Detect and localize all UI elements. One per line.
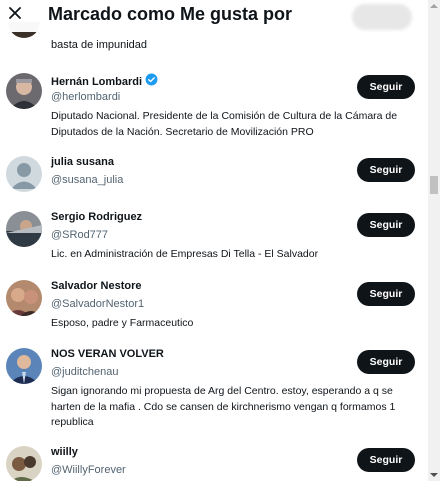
user-name-row: wiilly [51, 446, 78, 458]
avatar[interactable] [6, 156, 42, 192]
user-handle[interactable]: @susana_julia [51, 174, 123, 186]
previous-user-bio: basta de impunidad [51, 39, 148, 51]
modal-header: Marcado como Me gusta por [0, 0, 428, 32]
user-name-row: Hernán Lombardi [51, 73, 158, 91]
liked-by-modal: basta de impunidad Hernán Lombardi @herl… [0, 0, 428, 481]
obscured-follow-button [352, 4, 412, 30]
user-name-row: Salvador Nestore [51, 280, 141, 292]
avatar[interactable] [6, 280, 42, 316]
user-name-row: NOS VERAN VOLVER [51, 348, 164, 360]
follow-button[interactable]: Seguir [357, 282, 415, 306]
scroll-down-arrow-icon[interactable] [428, 469, 440, 481]
avatar[interactable] [6, 446, 42, 481]
user-bio: Diputado Nacional. Presidente de la Comi… [51, 110, 398, 138]
verified-badge-icon [145, 73, 158, 91]
scrollbar[interactable] [428, 0, 440, 481]
user-handle[interactable]: @WiillyForever [51, 464, 126, 476]
user-name[interactable]: julia susana [51, 156, 114, 168]
avatar[interactable] [6, 348, 42, 384]
scroll-up-arrow-icon[interactable] [428, 0, 440, 12]
user-name[interactable]: Salvador Nestore [51, 280, 141, 292]
user-name[interactable]: Sergio Rodriguez [51, 211, 142, 223]
user-handle[interactable]: @herlombardi [51, 91, 120, 103]
user-name-row: Sergio Rodriguez [51, 211, 142, 223]
user-handle[interactable]: @juditchenau [51, 366, 118, 378]
follow-button[interactable]: Seguir [357, 158, 415, 182]
user-bio: Sigan ignorando mi propuesta de Arg del … [51, 385, 396, 428]
user-bio: Esposo, padre y Farmaceutico [51, 317, 194, 329]
follow-button[interactable]: Seguir [357, 213, 415, 237]
follow-button[interactable]: Seguir [357, 350, 415, 374]
scrollbar-thumb[interactable] [430, 176, 438, 194]
user-name[interactable]: Hernán Lombardi [51, 76, 142, 88]
user-name[interactable]: NOS VERAN VOLVER [51, 348, 164, 360]
user-name[interactable]: wiilly [51, 446, 78, 458]
avatar[interactable] [6, 73, 42, 109]
user-handle[interactable]: @SalvadorNestor1 [51, 298, 144, 310]
follow-button[interactable]: Seguir [357, 448, 415, 472]
user-handle[interactable]: @SRod777 [51, 229, 108, 241]
avatar[interactable] [6, 211, 42, 247]
follow-button[interactable]: Seguir [357, 75, 415, 99]
user-name-row: julia susana [51, 156, 114, 168]
close-button[interactable] [4, 4, 26, 26]
close-icon [8, 6, 22, 25]
user-bio: Lic. en Administración de Empresas Di Te… [51, 248, 319, 260]
modal-title: Marcado como Me gusta por [48, 4, 293, 24]
